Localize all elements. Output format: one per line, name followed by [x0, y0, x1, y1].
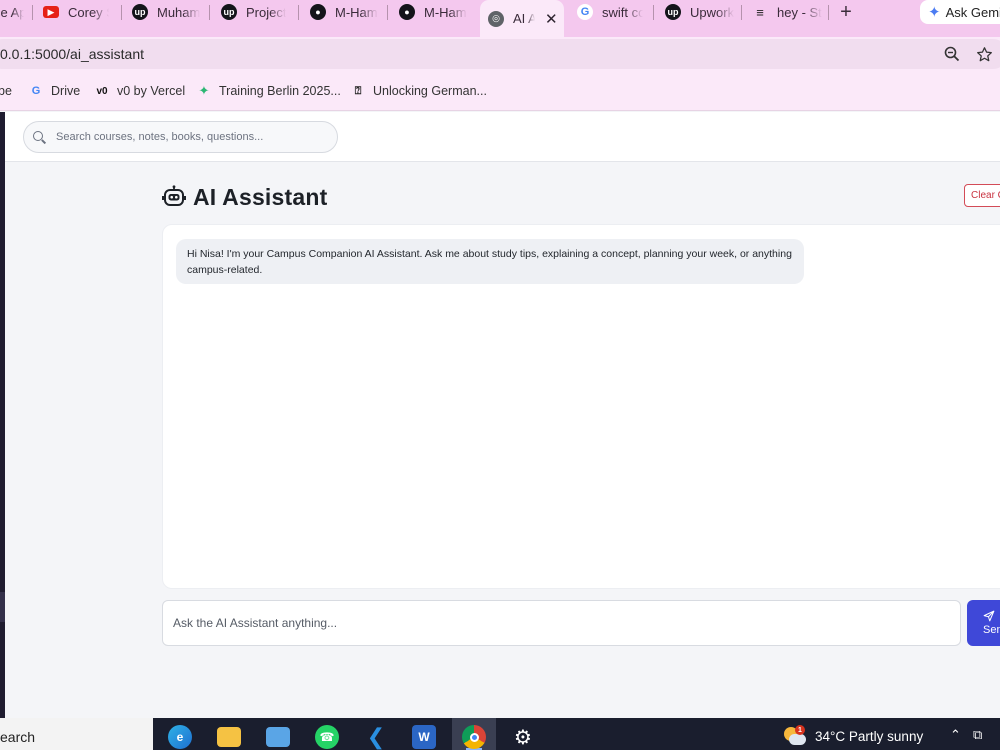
- tab-divider: [209, 5, 210, 20]
- search-icon: [32, 130, 46, 144]
- weather-badge: 1: [795, 725, 805, 735]
- tab-divider: [741, 5, 742, 20]
- control-panel-icon[interactable]: [266, 727, 290, 747]
- bookmark-icon: ⍰: [354, 84, 362, 97]
- chat-input[interactable]: [162, 600, 961, 646]
- global-search[interactable]: [23, 121, 338, 153]
- weather-widget[interactable]: 1 34°C Partly sunny: [784, 725, 923, 747]
- tab-divider: [828, 5, 829, 20]
- zoom-icon[interactable]: [943, 45, 961, 63]
- sidebar-active-marker: [0, 592, 5, 622]
- tab-title: Project: [246, 4, 287, 20]
- tab-divider: [121, 5, 122, 20]
- tab-title: AI A: [513, 11, 535, 26]
- url-text: 0.0.1:5000/ai_assistant: [0, 46, 144, 62]
- send-icon: [983, 610, 995, 622]
- app-topbar: [5, 112, 1000, 162]
- v0-icon: v0: [96, 85, 108, 97]
- sidebar-edge: [0, 112, 5, 718]
- stackoverflow-icon: ≡: [756, 4, 764, 20]
- bookmark-label: Unlocking German...: [373, 84, 487, 98]
- browser-tab[interactable]: G swift co: [577, 0, 643, 24]
- upwork-icon: up: [221, 4, 237, 20]
- vscode-icon[interactable]: ❮: [364, 724, 388, 749]
- page-header: AI Assistant: [162, 180, 327, 214]
- tab-title: swift co: [602, 4, 643, 20]
- google-icon: G: [31, 85, 41, 97]
- browser-tab[interactable]: ce Ap: [0, 0, 24, 24]
- tab-divider: [653, 5, 654, 20]
- robot-icon: [162, 185, 186, 206]
- tab-title: ce Ap: [0, 4, 24, 20]
- tab-title: M-Ham: [335, 4, 378, 20]
- browser-tab[interactable]: up Project: [221, 0, 291, 24]
- upwork-icon: up: [665, 4, 681, 20]
- ask-gemini-button[interactable]: ✦ Ask Gemini: [920, 0, 1000, 24]
- whatsapp-icon[interactable]: ☎: [315, 725, 339, 749]
- file-explorer-icon[interactable]: [217, 727, 241, 747]
- bookmark-drive[interactable]: G Drive: [29, 83, 80, 99]
- globe-icon: ◎: [488, 10, 504, 27]
- bookmark-star-icon[interactable]: [975, 45, 993, 63]
- browser-toolbar: 0.0.1:5000/ai_assistant: [0, 37, 1000, 71]
- clear-chat-button[interactable]: Clear Chat: [964, 184, 1000, 207]
- chat-window[interactable]: Hi Nisa! I'm your Campus Companion AI As…: [162, 224, 1000, 589]
- github-icon: ●: [310, 4, 326, 20]
- message-text: Hi Nisa! I'm your Campus Companion AI As…: [187, 248, 792, 276]
- bookmark-label: Drive: [51, 84, 81, 98]
- google-icon: G: [577, 4, 593, 20]
- browser-tab[interactable]: ▶ Corey S: [43, 0, 109, 24]
- bookmark-training-berlin[interactable]: ✦ Training Berlin 2025...: [197, 83, 341, 99]
- tab-divider: [298, 5, 299, 20]
- send-label: Send: [983, 624, 1000, 636]
- send-button[interactable]: Send: [967, 600, 1000, 646]
- bookmark-label: be: [0, 84, 12, 98]
- screen-share-icon[interactable]: ⧉: [973, 727, 982, 743]
- browser-tab[interactable]: ≡ hey - St: [752, 0, 822, 24]
- close-tab-icon[interactable]: ✕: [545, 10, 558, 28]
- word-icon[interactable]: W: [412, 725, 436, 749]
- address-bar[interactable]: 0.0.1:5000/ai_assistant: [0, 39, 1000, 69]
- ask-gemini-label: Ask Gemini: [945, 4, 1000, 20]
- youtube-icon: ▶: [43, 6, 59, 18]
- bookmark-label: Training Berlin 2025...: [219, 84, 341, 98]
- edge-icon[interactable]: e: [168, 725, 192, 749]
- os-taskbar: earch e ☎ ❮ W ⚙ 1 34°C Partly sunny ⌃ ⧉: [0, 718, 1000, 750]
- tab-title: Corey S: [68, 4, 109, 20]
- chevron-up-icon[interactable]: ⌃: [950, 727, 961, 743]
- bookmark-v0[interactable]: v0 v0 by Vercel: [95, 83, 185, 99]
- gemini-sparkle-icon: ✦: [928, 4, 941, 21]
- browser-tab[interactable]: ● M-Ham: [399, 0, 469, 24]
- browser-tab[interactable]: up Muham: [132, 0, 200, 24]
- bookmark-youtube[interactable]: be: [0, 83, 12, 99]
- browser-tab-active[interactable]: ◎ AI A ✕: [480, 0, 564, 37]
- weather-text: 34°C Partly sunny: [815, 728, 924, 744]
- chrome-icon[interactable]: [462, 725, 486, 749]
- tab-title: hey - St: [777, 4, 822, 20]
- browser-tab[interactable]: ● M-Ham: [310, 0, 380, 24]
- tab-divider: [32, 5, 33, 20]
- assistant-message: Hi Nisa! I'm your Campus Companion AI As…: [176, 239, 804, 284]
- bookmarks-bar: be G Drive v0 v0 by Vercel ✦ Training Be…: [0, 71, 1000, 111]
- github-icon: ●: [399, 4, 415, 20]
- browser-tab[interactable]: up Upwork: [665, 0, 735, 24]
- browser-tab-strip: ce Ap ▶ Corey S up Muham up Project ● M-…: [0, 0, 1000, 37]
- settings-gear-icon[interactable]: ⚙: [511, 725, 535, 749]
- tab-divider: [387, 5, 388, 20]
- tab-title: Upwork: [690, 4, 735, 20]
- leaf-icon: ✦: [198, 83, 210, 98]
- upwork-icon: up: [132, 4, 148, 20]
- new-tab-button[interactable]: +: [836, 0, 856, 24]
- taskbar-search[interactable]: earch: [0, 718, 153, 750]
- search-input[interactable]: [56, 131, 326, 143]
- page-title: AI Assistant: [193, 183, 328, 210]
- bookmark-unlocking-german[interactable]: ⍰ Unlocking German...: [351, 83, 487, 99]
- taskbar-search-label: earch: [0, 729, 36, 745]
- partly-sunny-icon: 1: [784, 725, 806, 747]
- bookmark-label: v0 by Vercel: [117, 84, 186, 98]
- tab-title: M-Ham: [424, 4, 467, 20]
- tab-title: Muham: [157, 4, 200, 20]
